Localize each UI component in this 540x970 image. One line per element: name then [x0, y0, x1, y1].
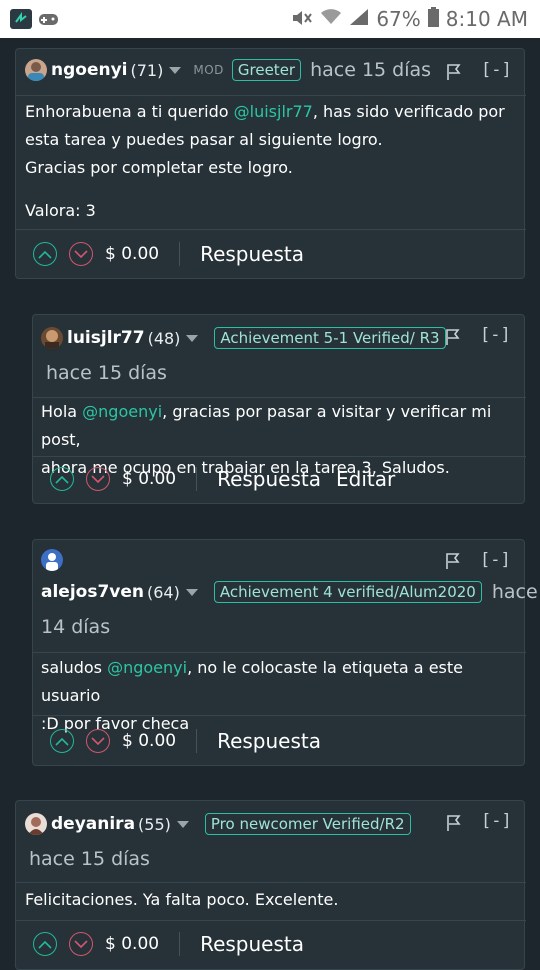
username[interactable]: deyanira: [51, 814, 135, 834]
divider: [16, 95, 526, 96]
comment-footer: $ 0.00 Respuesta: [33, 932, 304, 956]
comment-header: deyanira (55) Pro newcomer Verified/R2: [25, 813, 411, 835]
username[interactable]: ngoenyi: [51, 60, 128, 80]
timestamp-continued[interactable]: 14 días: [41, 616, 110, 638]
comment-header: luisjlr77 (48) Achievement 5-1 Verified/…: [41, 327, 446, 349]
downvote-button[interactable]: [69, 242, 93, 266]
user-badge: Pro newcomer Verified/R2: [204, 813, 411, 835]
payout-value[interactable]: $ 0.00: [122, 469, 176, 489]
clock: 8:10 AM: [445, 7, 528, 31]
timestamp[interactable]: hace: [492, 581, 538, 603]
reply-button[interactable]: Respuesta: [200, 932, 304, 956]
downvote-button[interactable]: [86, 729, 110, 753]
avatar[interactable]: [41, 327, 63, 349]
collapse-toggle[interactable]: [-]: [481, 60, 512, 80]
avatar[interactable]: [25, 813, 47, 835]
comment-card: ngoenyi (71) MOD Greeter hace 15 días [-…: [15, 48, 526, 279]
flag-icon[interactable]: [446, 329, 460, 345]
reply-button[interactable]: Respuesta: [200, 242, 304, 266]
upvote-button[interactable]: [33, 242, 57, 266]
chevron-down-icon[interactable]: [185, 588, 198, 596]
mention-link[interactable]: @ngoenyi: [107, 658, 187, 677]
comment-body: Enhorabuena a ti querido @luisjlr77, has…: [25, 102, 505, 220]
mute-icon: [291, 7, 313, 31]
chevron-down-icon[interactable]: [186, 334, 199, 342]
username[interactable]: luisjlr77: [67, 328, 145, 348]
timestamp[interactable]: hace 15 días: [29, 848, 150, 870]
battery-percent: 67%: [376, 7, 421, 31]
reputation: (55): [138, 814, 171, 834]
status-bar: 67% 8:10 AM: [0, 0, 540, 38]
timestamp[interactable]: hace 15 días: [46, 362, 167, 384]
divider: [33, 715, 526, 716]
comment-footer: $ 0.00 Respuesta: [50, 729, 321, 753]
divider: [16, 920, 526, 921]
reply-button[interactable]: Respuesta: [217, 729, 321, 753]
comment-body: Felicitaciones. Ya falta poco. Excelente…: [25, 890, 339, 909]
avatar[interactable]: [25, 59, 47, 81]
divider: [179, 932, 181, 956]
chevron-down-icon[interactable]: [176, 820, 189, 828]
downvote-button[interactable]: [86, 467, 110, 491]
reputation: (64): [147, 582, 180, 602]
collapse-toggle[interactable]: [-]: [480, 550, 511, 570]
comment-footer: $ 0.00 Respuesta: [33, 242, 304, 266]
user-badge: Greeter: [231, 59, 302, 81]
app-notification-icon: [10, 9, 32, 29]
mention-link[interactable]: @luisjlr77: [234, 102, 313, 121]
comment-card: [-] alejos7ven (64) Achievement 4 verifi…: [32, 539, 538, 766]
divider: [196, 729, 198, 753]
comment-card: luisjlr77 (48) Achievement 5-1 Verified/…: [32, 314, 526, 504]
comment-body: saludos @ngoenyi, no le colocaste la eti…: [41, 658, 463, 733]
user-badge: Achievement 5-1 Verified/ R3: [214, 327, 446, 349]
divider: [16, 229, 526, 230]
upvote-button[interactable]: [50, 467, 74, 491]
comment-footer: $ 0.00 Respuesta Editar: [50, 467, 395, 491]
mention-link[interactable]: @ngoenyi: [82, 402, 162, 421]
payout-value[interactable]: $ 0.00: [105, 934, 159, 954]
reputation: (48): [147, 328, 181, 348]
flag-icon[interactable]: [446, 553, 460, 569]
flag-icon[interactable]: [447, 64, 461, 80]
battery-icon: [427, 6, 439, 32]
collapse-toggle[interactable]: [-]: [481, 811, 512, 831]
chevron-down-icon[interactable]: [169, 66, 182, 74]
divider: [33, 652, 526, 653]
divider: [196, 467, 198, 491]
reply-button[interactable]: Respuesta: [217, 467, 321, 491]
timestamp[interactable]: hace 15 días: [310, 59, 431, 81]
flag-icon[interactable]: [447, 815, 461, 831]
divider: [179, 242, 181, 266]
avatar[interactable]: [41, 549, 63, 571]
edit-button[interactable]: Editar: [336, 467, 395, 491]
gamepad-icon: [38, 9, 60, 29]
collapse-toggle[interactable]: [-]: [480, 325, 511, 345]
payout-value[interactable]: $ 0.00: [105, 244, 159, 264]
upvote-button[interactable]: [50, 729, 74, 753]
comment-header: alejos7ven (64) Achievement 4 verified/A…: [41, 581, 538, 603]
upvote-button[interactable]: [33, 932, 57, 956]
divider: [16, 882, 526, 883]
downvote-button[interactable]: [69, 932, 93, 956]
role-label: MOD: [193, 63, 224, 77]
wifi-icon: [320, 7, 342, 31]
user-badge: Achievement 4 verified/Alum2020: [213, 581, 482, 603]
divider: [33, 456, 526, 457]
payout-value[interactable]: $ 0.00: [122, 731, 176, 751]
reputation: (71): [130, 60, 164, 80]
signal-icon: [349, 7, 369, 31]
username[interactable]: alejos7ven: [41, 582, 144, 602]
comment-card: deyanira (55) Pro newcomer Verified/R2 […: [15, 800, 526, 970]
comment-header: ngoenyi (71) MOD Greeter hace 15 días: [25, 59, 431, 81]
